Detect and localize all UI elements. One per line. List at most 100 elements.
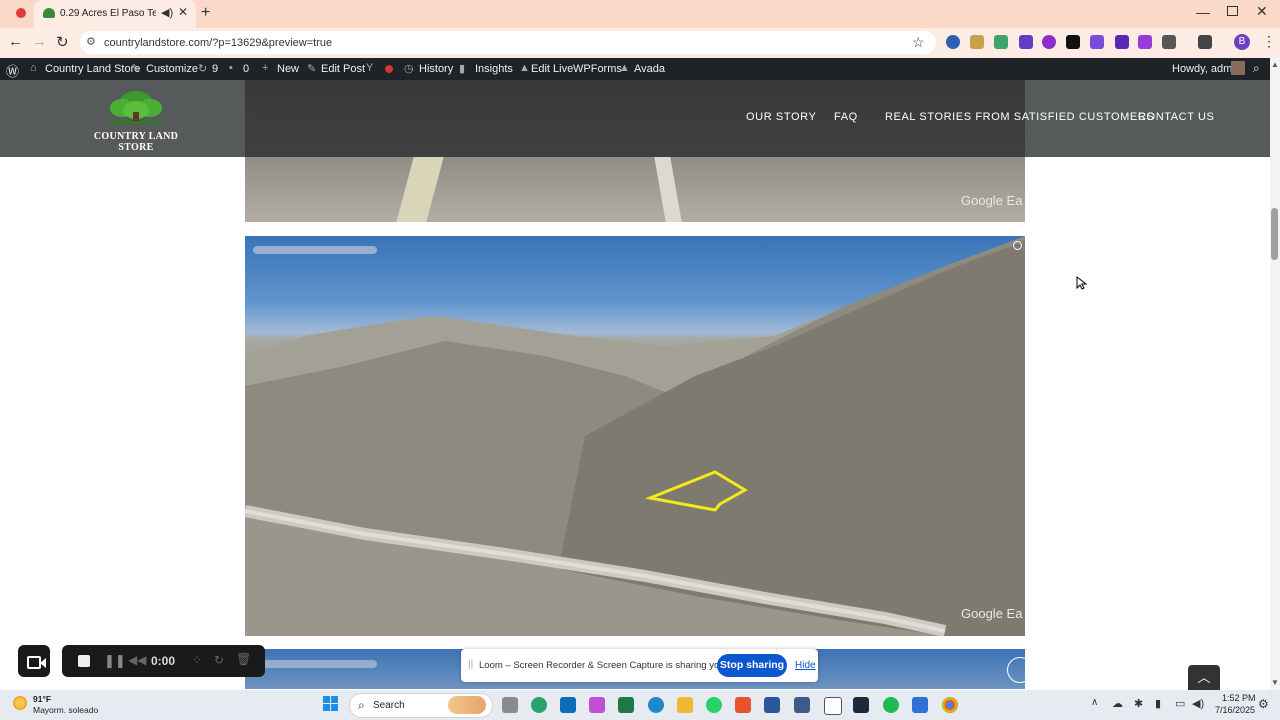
notepad-icon[interactable] [824, 697, 842, 715]
app-icon-grid[interactable] [912, 697, 928, 713]
nav-real-stories[interactable]: REAL STORIES FROM SATISFIED CUSTOMERS [885, 111, 1154, 123]
browser-menu-icon[interactable]: ⋮ [1262, 33, 1276, 50]
weather-temperature[interactable]: 91°F [33, 694, 51, 704]
url-text[interactable]: countrylandstore.com/?p=13629&preview=tr… [104, 37, 332, 49]
clock-date[interactable]: 7/16/2025 [1215, 705, 1255, 715]
admin-new[interactable]: New [277, 63, 299, 75]
forward-button[interactable]: → [32, 33, 47, 50]
admin-avatar[interactable] [1231, 61, 1245, 75]
page-scrollbar[interactable] [1270, 58, 1280, 690]
site-info-icon[interactable]: ⚙ [86, 35, 96, 48]
stop-recording-button[interactable] [78, 655, 90, 667]
avada-icon: ▲ [619, 62, 630, 74]
calculator-icon[interactable] [794, 697, 810, 713]
yoast-icon[interactable]: Y [366, 62, 373, 74]
reload-button[interactable]: ↻ [56, 33, 69, 51]
extension-icon-5[interactable] [1042, 35, 1056, 49]
excel-icon[interactable] [618, 697, 634, 713]
admin-insights[interactable]: Insights [475, 63, 513, 75]
admin-edit-live[interactable]: Edit Live [531, 63, 573, 75]
site-favicon-icon [43, 8, 55, 18]
admin-avada[interactable]: Avada [634, 63, 665, 75]
new-tab-button[interactable]: + [201, 4, 210, 22]
tab-close-button[interactable]: ✕ [178, 5, 188, 19]
admin-comments-count[interactable]: 0 [243, 63, 249, 75]
scroll-up-icon[interactable]: ▲ [1271, 60, 1279, 69]
profile-avatar[interactable]: B [1234, 34, 1250, 50]
recording-indicator-icon [16, 8, 26, 18]
taskbar-search[interactable]: ⌕ Search [349, 693, 493, 718]
nav-faq[interactable]: FAQ [834, 111, 858, 123]
copilot-icon[interactable] [589, 697, 605, 713]
edge-dev-icon[interactable] [531, 697, 547, 713]
home-icon: ⌂ [30, 62, 37, 74]
admin-history[interactable]: History [419, 63, 453, 75]
spotify-icon[interactable] [883, 697, 899, 713]
map-watermark: Google Ea [961, 606, 1023, 621]
extensions-puzzle-icon[interactable] [1162, 35, 1176, 49]
windows-start-icon[interactable] [323, 696, 339, 712]
map-navigation-widget [253, 246, 377, 254]
edge-icon[interactable] [648, 697, 664, 713]
address-bar[interactable]: ⚙ countrylandstore.com/?p=13629&preview=… [80, 31, 936, 54]
app-icon-x[interactable] [853, 697, 869, 713]
cloud-icon[interactable]: ☁ [1112, 697, 1123, 710]
chrome-icon[interactable] [942, 697, 958, 713]
clock-time[interactable]: 1:52 PM [1222, 693, 1256, 703]
window-minimize-button[interactable]: — [1196, 4, 1210, 20]
hide-link[interactable]: Hide [795, 660, 816, 671]
pause-icon[interactable]: ❚❚ [104, 653, 126, 669]
admin-updates-count[interactable]: 9 [212, 63, 218, 75]
nav-our-story[interactable]: OUR STORY [746, 111, 816, 123]
restart-icon[interactable]: ↻ [214, 653, 224, 667]
bookmark-star-icon[interactable]: ☆ [912, 34, 925, 51]
word-icon[interactable] [764, 697, 780, 713]
weather-sun-icon[interactable] [13, 696, 27, 710]
admin-edit-post[interactable]: Edit Post [321, 63, 365, 75]
weather-description[interactable]: Mayorm. soleado [33, 705, 98, 715]
extension-icon-6[interactable] [1066, 35, 1080, 49]
draw-tool-icon[interactable]: ⁘ [192, 653, 202, 667]
task-view-icon[interactable] [502, 697, 518, 713]
site-logo[interactable]: COUNTRY LAND STORE [78, 90, 194, 153]
scrollbar-thumb[interactable] [1271, 208, 1278, 260]
admin-customize[interactable]: Customize [146, 63, 198, 75]
stop-sharing-button[interactable]: Stop sharing [717, 654, 787, 677]
brave-icon[interactable] [735, 697, 751, 713]
media-control-icon[interactable] [1198, 35, 1212, 49]
tab-audio-icon[interactable]: ◀) [161, 6, 173, 19]
extension-icon-7[interactable] [1090, 35, 1104, 49]
history-icon: ◷ [404, 63, 414, 75]
file-explorer-icon[interactable] [677, 697, 693, 713]
admin-wpforms[interactable]: WPForms [573, 63, 622, 75]
extension-icon-3[interactable] [994, 35, 1008, 49]
screen-share-banner: || Loom – Screen Recorder & Screen Captu… [461, 649, 818, 682]
outlook-icon[interactable] [560, 697, 576, 713]
loom-camera-button[interactable] [18, 645, 50, 677]
drag-handle-icon[interactable]: || [468, 659, 473, 670]
admin-search-icon[interactable]: ⌕ [1253, 61, 1260, 76]
extension-icon-1[interactable] [946, 35, 960, 49]
back-to-top-button[interactable]: ︿ [1188, 665, 1220, 690]
back-button[interactable]: ← [8, 33, 23, 50]
admin-site-name[interactable]: Country Land Store [45, 63, 140, 75]
rewind-icon[interactable]: ◀◀ [128, 653, 146, 667]
extension-icon-9[interactable] [1138, 35, 1152, 49]
trash-icon[interactable]: 🗑 [236, 652, 251, 666]
app-tray-icon[interactable]: ✱ [1134, 697, 1143, 710]
scroll-down-icon[interactable]: ▼ [1271, 678, 1279, 687]
window-close-button[interactable]: ✕ [1256, 3, 1268, 20]
extension-icon-2[interactable] [970, 35, 984, 49]
wordpress-icon[interactable]: Ⓦ [6, 61, 19, 80]
settings-notification-icon[interactable]: ⚙ [1258, 697, 1269, 711]
extension-icon-8[interactable] [1115, 35, 1129, 49]
whatsapp-icon[interactable] [706, 697, 722, 713]
network-icon[interactable]: ▭ [1175, 697, 1185, 710]
extension-icon-4[interactable] [1019, 35, 1033, 49]
tray-overflow-icon[interactable]: ∧ [1091, 697, 1098, 708]
browser-tab-active[interactable]: 0.29 Acres El Paso Texas 17 ◀) ✕ [34, 0, 196, 28]
nav-contact-us[interactable]: CONTACT US [1138, 111, 1215, 123]
volume-icon[interactable]: ◀) [1192, 697, 1204, 710]
window-maximize-button[interactable] [1227, 6, 1238, 16]
microphone-icon[interactable]: ▮ [1155, 697, 1161, 710]
